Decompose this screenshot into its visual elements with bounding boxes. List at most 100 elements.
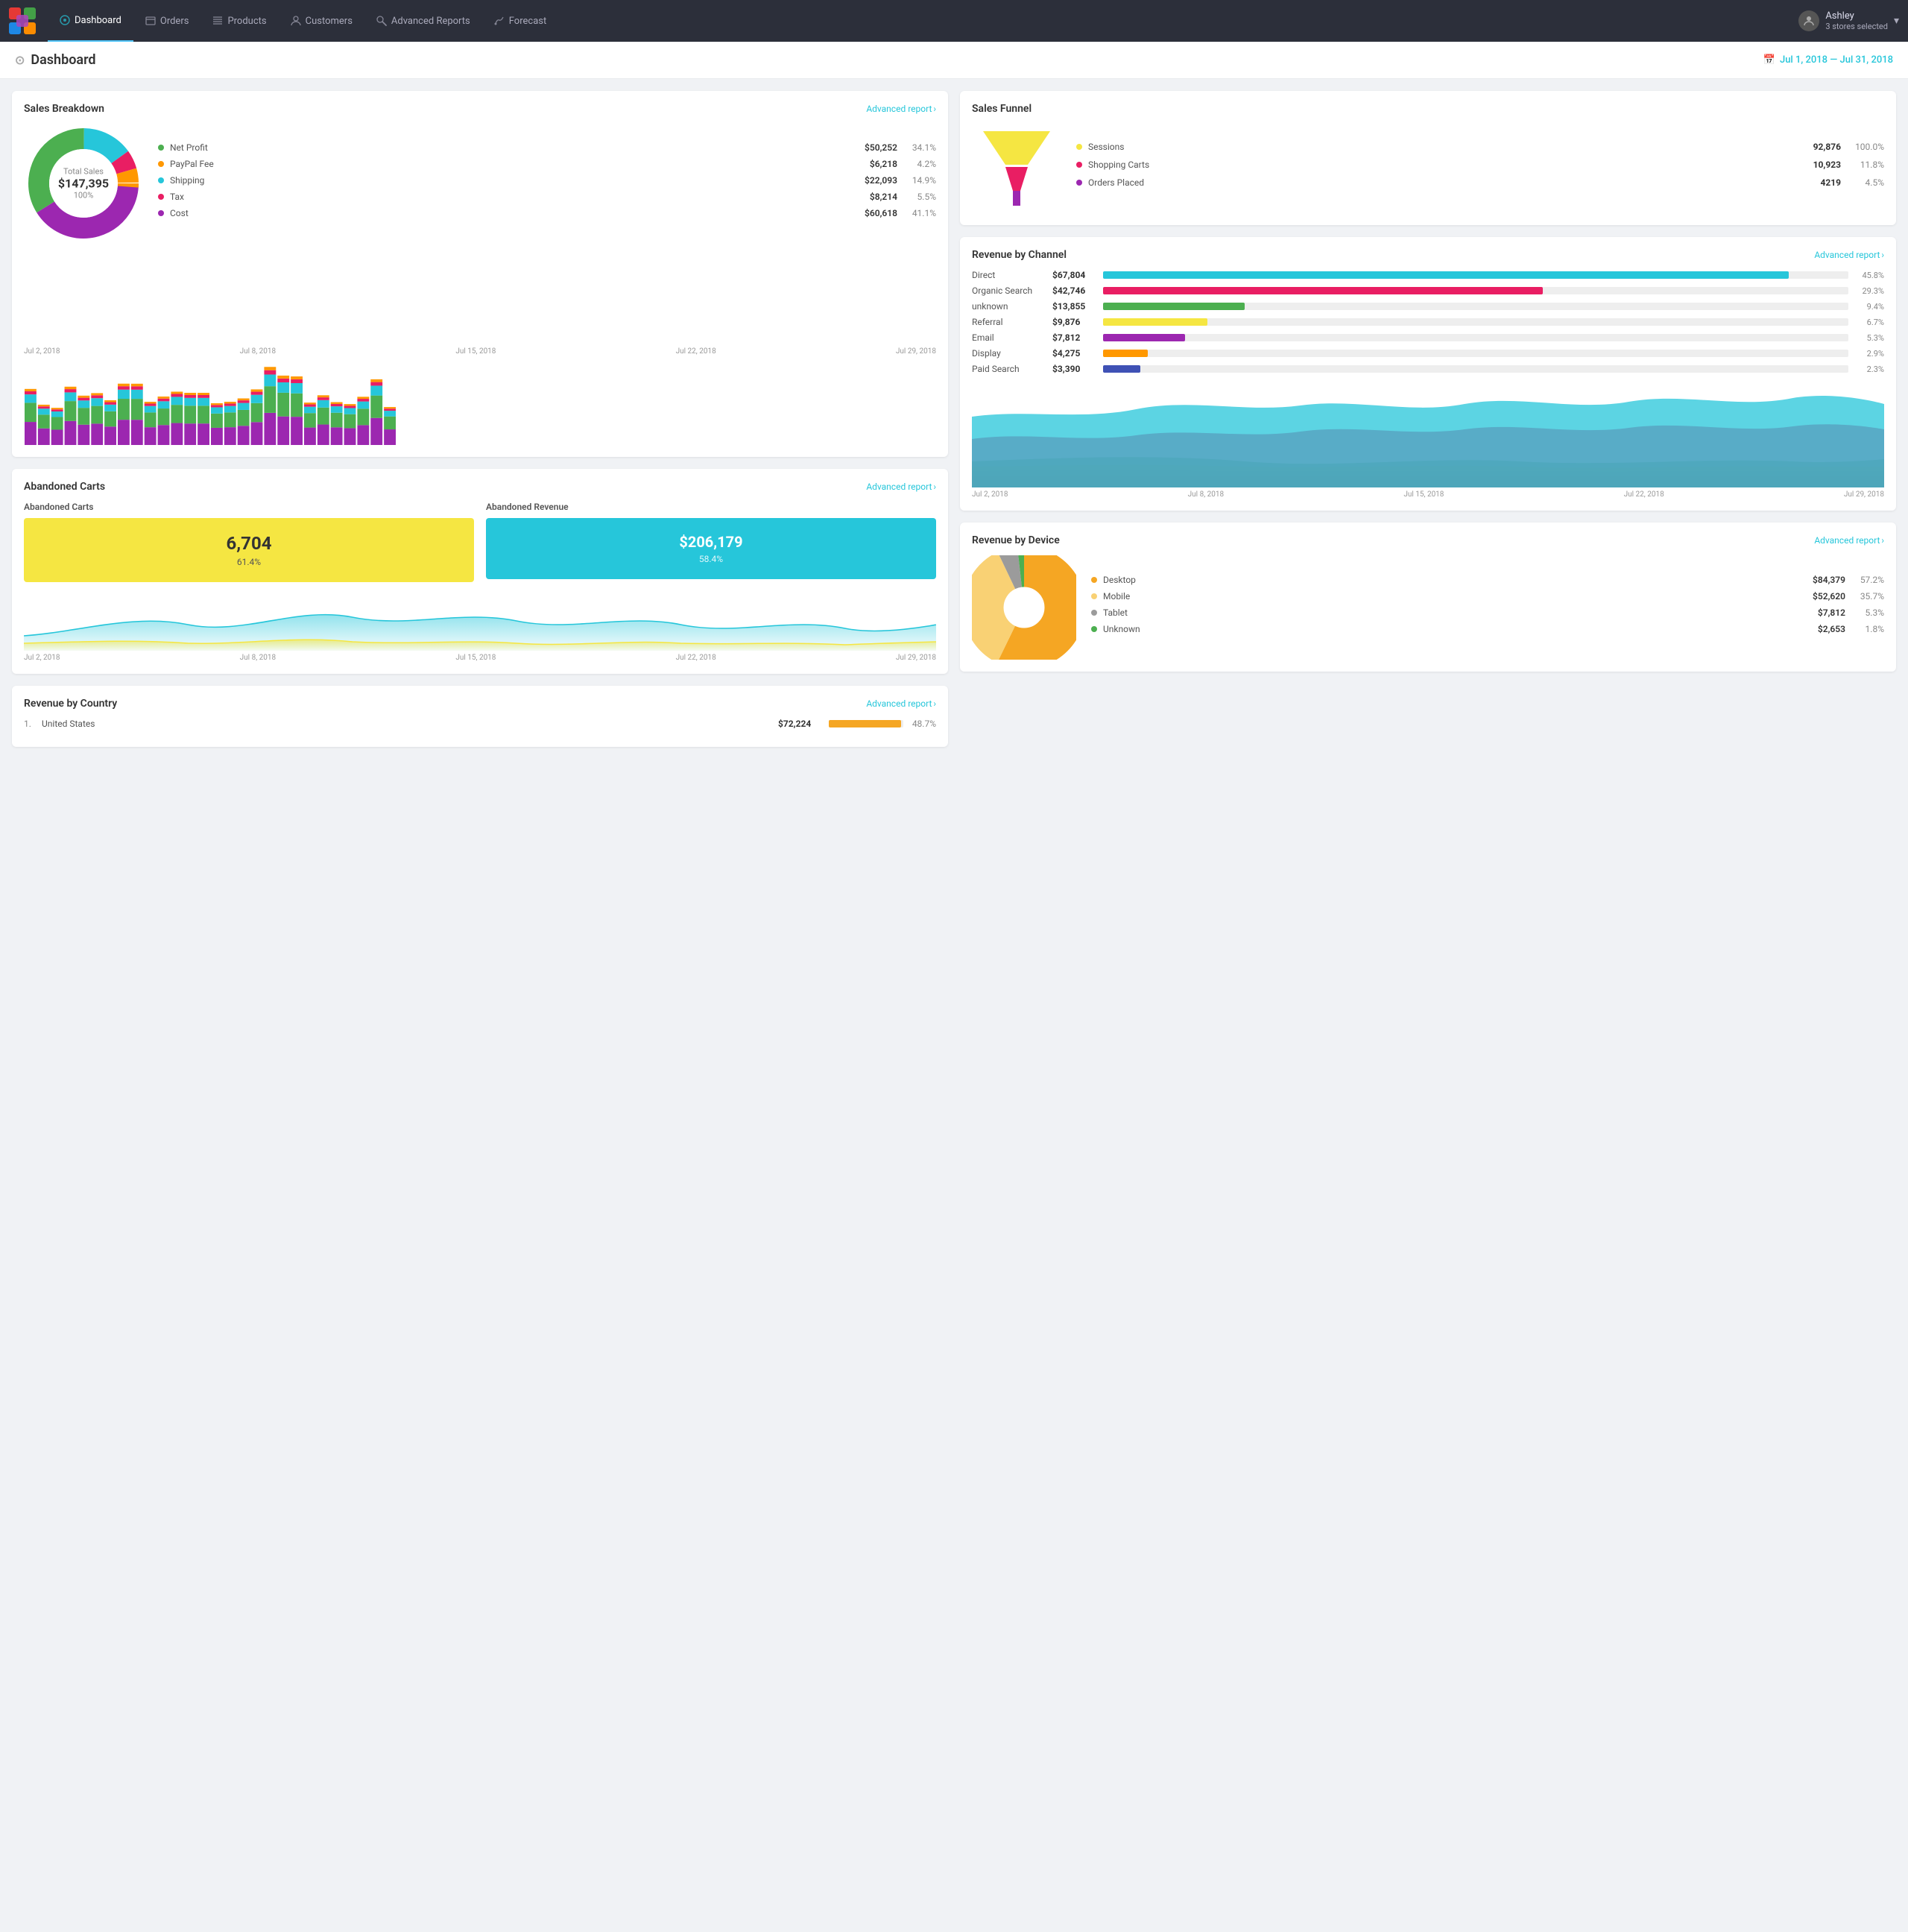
channel-bar-direct (1103, 271, 1789, 279)
channel-value-organic: $42,746 (1052, 285, 1097, 296)
country-bar-us (829, 720, 901, 727)
funnel-stat-sessions: Sessions 92,876 100.0% (1076, 142, 1884, 152)
date-range[interactable]: 📅 Jul 1, 2018 — Jul 31, 2018 (1763, 54, 1893, 66)
device-pie-chart (972, 555, 1076, 660)
device-pct-tablet: 5.3% (1857, 607, 1884, 618)
user-name: Ashley (1825, 10, 1888, 22)
revenue-metric-label: Abandoned Revenue (486, 502, 936, 512)
page-title-wrapper: ⊙ Dashboard (15, 52, 96, 68)
legend-value-tax: $8,214 (870, 192, 897, 202)
channel-organic: Organic Search $42,746 29.3% (972, 285, 1884, 296)
chevron-right-icon: › (933, 104, 936, 114)
device-item-mobile: Mobile $52,620 35.7% (1091, 591, 1884, 602)
legend-item-cost: Cost $60,618 41.1% (158, 208, 936, 218)
revenue-by-country-card: Revenue by Country Advanced report › 1. … (12, 686, 948, 747)
device-label-mobile: Mobile (1103, 591, 1807, 602)
revenue-metric-box: $206,179 58.4% (486, 518, 936, 579)
main-content: Sales Breakdown Advanced report › (0, 79, 1908, 759)
ab-label-2: Jul 8, 2018 (240, 654, 277, 662)
carts-metric-pct: 61.4% (31, 557, 467, 567)
donut-label: Total Sales (58, 167, 109, 177)
ab-label-1: Jul 2, 2018 (24, 654, 60, 662)
sales-breakdown-card: Sales Breakdown Advanced report › (12, 91, 948, 457)
revenue-by-device-advanced-report[interactable]: Advanced report › (1814, 535, 1884, 546)
abandoned-carts-advanced-report[interactable]: Advanced report › (866, 482, 936, 492)
sales-breakdown-advanced-report[interactable]: Advanced report › (866, 104, 936, 114)
funnel-stat-carts: Shopping Carts 10,923 11.8% (1076, 160, 1884, 170)
ch-label-1: Jul 2, 2018 (972, 490, 1008, 499)
revenue-by-device-title: Revenue by Device (972, 534, 1060, 546)
legend-label-cost: Cost (170, 208, 859, 218)
device-content: Desktop $84,379 57.2% Mobile $52,620 35.… (972, 555, 1884, 660)
left-column: Sales Breakdown Advanced report › (12, 91, 948, 747)
legend-item-paypal: PayPal Fee $6,218 4.2% (158, 159, 936, 169)
channel-value-email: $7,812 (1052, 332, 1097, 343)
device-value-unknown: $2,653 (1818, 624, 1845, 634)
channel-pct-paid-search: 2.3% (1854, 364, 1884, 374)
legend-dot-netprofit (158, 145, 164, 151)
channel-area-chart (972, 383, 1884, 487)
products-icon (212, 16, 223, 26)
legend-item-shipping: Shipping $22,093 14.9% (158, 175, 936, 186)
nav-item-orders[interactable]: Orders (133, 0, 201, 42)
channel-display: Display $4,275 2.9% (972, 348, 1884, 359)
legend-value-paypal: $6,218 (870, 159, 897, 169)
channel-label-organic: Organic Search (972, 285, 1046, 296)
channel-paid-search: Paid Search $3,390 2.3% (972, 364, 1884, 374)
legend-item-netprofit: Net Profit $50,252 34.1% (158, 142, 936, 153)
revenue-by-channel-advanced-report[interactable]: Advanced report › (1814, 250, 1884, 260)
channel-label-direct: Direct (972, 270, 1046, 280)
donut-center: Total Sales $147,395 100% (58, 167, 109, 201)
device-dot-desktop (1091, 577, 1097, 583)
nav-item-advanced-reports[interactable]: Advanced Reports (364, 0, 482, 42)
channel-label-display: Display (972, 348, 1046, 359)
funnel-visual (972, 124, 1061, 213)
page-header: ⊙ Dashboard 📅 Jul 1, 2018 — Jul 31, 2018 (0, 42, 1908, 79)
device-item-tablet: Tablet $7,812 5.3% (1091, 607, 1884, 618)
device-label-unknown: Unknown (1103, 624, 1812, 634)
nav-item-customers[interactable]: Customers (279, 0, 364, 42)
revenue-by-channel-card: Revenue by Channel Advanced report › Dir… (960, 237, 1896, 511)
donut-chart: Total Sales $147,395 100% (24, 124, 143, 243)
sales-funnel-header: Sales Funnel (972, 103, 1884, 115)
user-menu[interactable]: Ashley 3 stores selected ▾ (1798, 10, 1899, 31)
calendar-icon: 📅 (1763, 54, 1775, 66)
revenue-by-device-header: Revenue by Device Advanced report › (972, 534, 1884, 546)
channel-direct: Direct $67,804 45.8% (972, 270, 1884, 280)
revenue-by-country-title: Revenue by Country (24, 698, 117, 710)
ch-label-4: Jul 22, 2018 (1624, 490, 1664, 499)
ab-label-3: Jul 15, 2018 (455, 654, 496, 662)
channel-pct-email: 5.3% (1854, 333, 1884, 343)
revenue-by-country-advanced-report[interactable]: Advanced report › (866, 698, 936, 709)
device-value-desktop: $84,379 (1813, 575, 1845, 585)
abandoned-carts-header: Abandoned Carts Advanced report › (24, 481, 936, 493)
legend-dot-paypal (158, 161, 164, 167)
channel-list: Direct $67,804 45.8% Organic Search $42,… (972, 270, 1884, 374)
channel-bar-wrap-unknown (1103, 303, 1848, 310)
device-dot-tablet (1091, 610, 1097, 616)
orders-icon (145, 16, 156, 26)
funnel-dot-orders (1076, 180, 1082, 186)
device-legend: Desktop $84,379 57.2% Mobile $52,620 35.… (1091, 575, 1884, 640)
nav-item-dashboard[interactable]: Dashboard (48, 0, 133, 42)
channel-value-direct: $67,804 (1052, 270, 1097, 280)
legend-pct-shipping: 14.9% (909, 175, 936, 186)
nav-item-forecast[interactable]: Forecast (482, 0, 558, 42)
channel-label-paid-search: Paid Search (972, 364, 1046, 374)
avatar (1798, 10, 1819, 31)
channel-pct-unknown: 9.4% (1854, 302, 1884, 312)
revenue-by-channel-header: Revenue by Channel Advanced report › (972, 249, 1884, 261)
ch-label-5: Jul 29, 2018 (1844, 490, 1884, 499)
device-pct-desktop: 57.2% (1857, 575, 1884, 585)
revenue-by-device-card: Revenue by Device Advanced report › (960, 523, 1896, 672)
abandoned-metrics: Abandoned Carts 6,704 61.4% Abandoned Re… (24, 502, 936, 582)
abandoned-carts-title: Abandoned Carts (24, 481, 105, 493)
channel-pct-organic: 29.3% (1854, 286, 1884, 296)
legend-pct-tax: 5.5% (909, 192, 936, 202)
legend-pct-paypal: 4.2% (909, 159, 936, 169)
channel-value-unknown: $13,855 (1052, 301, 1097, 312)
country-bar-wrap-us (829, 720, 903, 727)
revenue-metric-value: $206,179 (493, 533, 929, 551)
nav-item-products[interactable]: Products (200, 0, 278, 42)
channel-bar-wrap-display (1103, 350, 1848, 357)
